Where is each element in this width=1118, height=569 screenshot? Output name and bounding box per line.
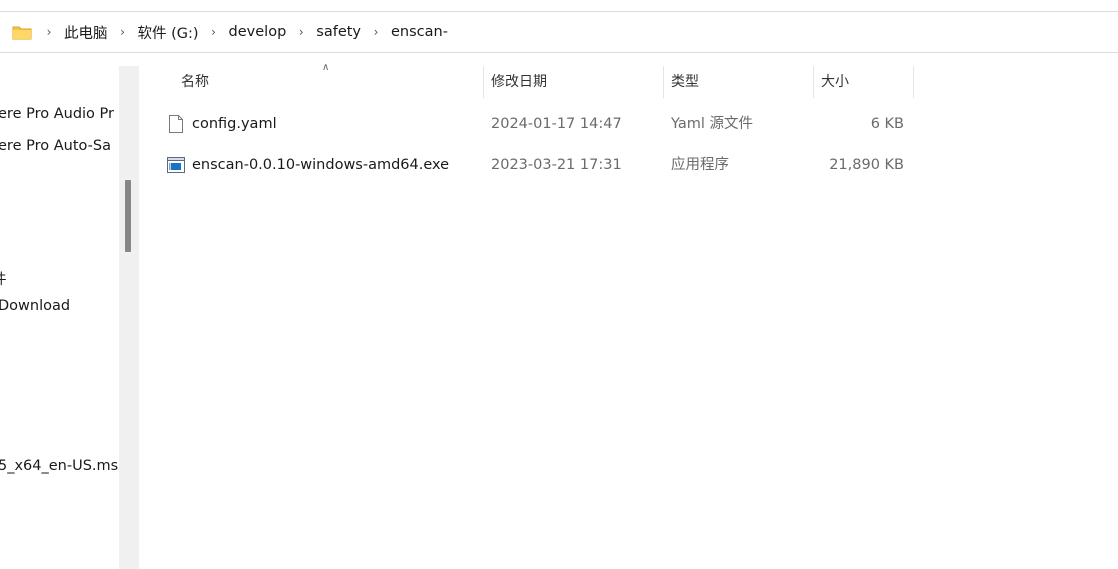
nav-scroll-thumb[interactable] — [125, 180, 131, 252]
nav-item[interactable]: 5_x64_en-US.msi — [0, 458, 119, 474]
breadcrumb-item-drive-g[interactable]: › 软件 (G:) — [112, 22, 203, 43]
file-size: 6 KB — [870, 116, 904, 132]
file-type: Yaml 源文件 — [671, 116, 754, 132]
file-type: 应用程序 — [671, 157, 729, 173]
breadcrumb-label[interactable]: 软件 (G:) — [134, 22, 203, 43]
address-bar[interactable]: › 此电脑 › 软件 (G:) › develop › safety › ens… — [0, 11, 1118, 53]
nav-item[interactable]: Download — [0, 298, 70, 314]
chevron-right-icon[interactable]: › — [365, 26, 387, 38]
file-row-config-yaml[interactable]: config.yaml 2024-01-17 14:47 Yaml 源文件 6 … — [139, 105, 919, 143]
document-icon — [166, 114, 186, 134]
column-divider[interactable] — [663, 66, 664, 98]
column-header-name[interactable]: 名称 — [181, 66, 209, 98]
file-modified: 2024-01-17 14:47 — [491, 116, 622, 132]
column-divider[interactable] — [483, 66, 484, 98]
nav-scrollbar[interactable] — [119, 66, 139, 569]
nav-item[interactable]: ere Pro Auto-Sa — [0, 138, 111, 154]
breadcrumb-label[interactable]: develop — [225, 24, 291, 40]
file-size: 21,890 KB — [829, 157, 904, 173]
chevron-right-icon[interactable]: › — [112, 26, 134, 38]
breadcrumb-label[interactable]: safety — [312, 24, 365, 40]
breadcrumb-item-develop[interactable]: › develop — [203, 24, 291, 40]
file-row-enscan-exe[interactable]: enscan-0.0.10-windows-amd64.exe 2023-03-… — [139, 146, 919, 184]
breadcrumb-item-this-pc[interactable]: › 此电脑 — [38, 22, 112, 43]
sort-ascending-icon: ∧ — [322, 62, 330, 73]
file-list: ∧ 名称 修改日期 类型 大小 config.yaml 2024-01-17 1… — [139, 54, 1118, 569]
column-header-modified[interactable]: 修改日期 — [491, 66, 547, 98]
breadcrumb-item-safety[interactable]: › safety — [290, 24, 365, 40]
chevron-right-icon[interactable]: › — [203, 26, 225, 38]
chevron-right-icon[interactable]: › — [290, 26, 312, 38]
breadcrumb-label[interactable]: enscan- — [387, 24, 452, 40]
column-header-row: ∧ 名称 修改日期 类型 大小 — [139, 54, 1039, 98]
column-divider[interactable] — [913, 66, 914, 98]
nav-item[interactable]: ere Pro Audio Pr — [0, 106, 114, 122]
nav-item[interactable]: 件 — [0, 268, 7, 289]
chevron-right-icon[interactable]: › — [38, 26, 60, 38]
column-header-type[interactable]: 类型 — [671, 66, 699, 98]
file-name[interactable]: enscan-0.0.10-windows-amd64.exe — [192, 146, 449, 184]
folder-icon — [12, 24, 32, 40]
breadcrumb-item-enscan[interactable]: › enscan- — [365, 24, 452, 40]
breadcrumb-label[interactable]: 此电脑 — [60, 22, 112, 43]
column-header-size[interactable]: 大小 — [821, 66, 849, 98]
navigation-pane: ere Pro Audio Pr ere Pro Auto-Sa 件 Downl… — [0, 54, 119, 569]
application-icon — [166, 155, 186, 175]
file-modified: 2023-03-21 17:31 — [491, 157, 622, 173]
file-name[interactable]: config.yaml — [192, 105, 277, 143]
column-divider[interactable] — [813, 66, 814, 98]
